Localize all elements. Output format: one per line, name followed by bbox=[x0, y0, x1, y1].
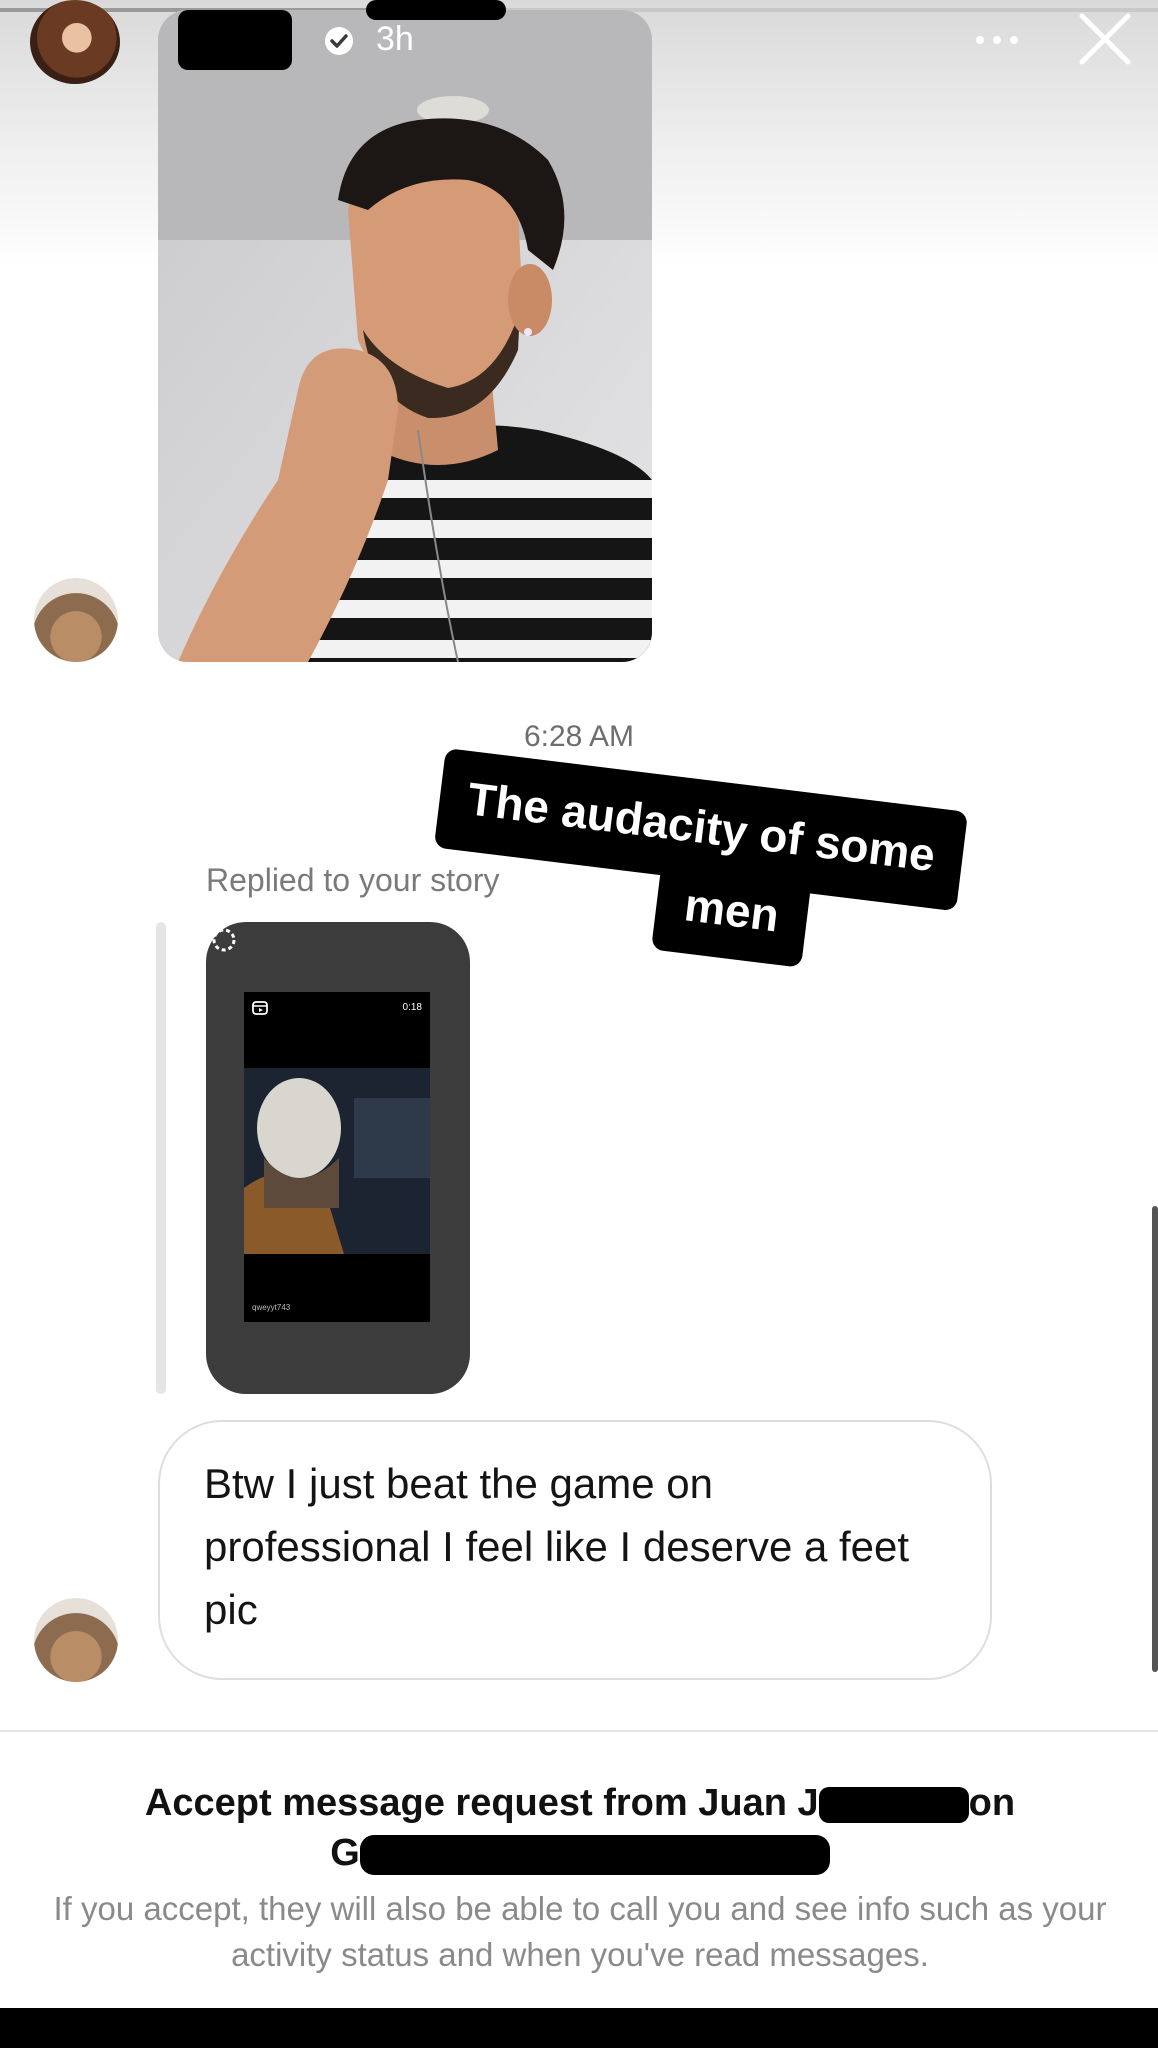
replied-to-story-label: Replied to your story bbox=[206, 862, 500, 898]
text-sticker-line-2: men bbox=[651, 860, 812, 968]
message-text: Btw I just beat the game on professional… bbox=[204, 1460, 910, 1633]
shared-photo-image bbox=[158, 10, 652, 662]
story-ring-icon bbox=[212, 928, 236, 952]
story-author-avatar[interactable] bbox=[30, 0, 120, 84]
sender-avatar[interactable] bbox=[34, 578, 118, 662]
message-bubble[interactable]: Btw I just beat the game on professional… bbox=[158, 1420, 992, 1680]
accept-title-line-2: G bbox=[330, 1832, 360, 1874]
bottom-bar bbox=[0, 2008, 1158, 2048]
accept-title-line-1-end: on bbox=[968, 1782, 1016, 1824]
reels-icon bbox=[252, 1001, 268, 1015]
story-reply-thumbnail[interactable]: 0:18 qweyyt743 bbox=[206, 922, 470, 1394]
story-preview-screen: 0:18 qweyyt743 bbox=[244, 992, 430, 1322]
reply-indicator-bar bbox=[156, 922, 166, 1394]
story-preview-image bbox=[244, 1068, 430, 1254]
shared-photo[interactable] bbox=[158, 10, 652, 662]
accept-request-description: If you accept, they will also be able to… bbox=[53, 1890, 1107, 1973]
redacted-username bbox=[178, 10, 292, 70]
verified-badge-icon bbox=[325, 27, 353, 55]
sender-avatar-bottom[interactable] bbox=[34, 1598, 118, 1682]
story-video-time: 0:18 bbox=[402, 1002, 422, 1013]
divider bbox=[0, 1730, 1158, 1732]
redacted-top-bar bbox=[366, 0, 506, 20]
accept-title-line-1: Accept message request from Juan J bbox=[144, 1782, 819, 1824]
close-icon[interactable] bbox=[1078, 12, 1132, 66]
story-time-ago: 3h bbox=[376, 20, 414, 58]
message-timestamp: 6:28 AM bbox=[523, 720, 635, 753]
story-username: qweyyt743 bbox=[252, 1303, 291, 1312]
accept-request-title: Accept message request from Juan J on G bbox=[60, 1778, 1100, 1878]
redacted-name bbox=[818, 1786, 969, 1823]
scrollbar[interactable] bbox=[1152, 1206, 1158, 1672]
redacted-handle bbox=[359, 1834, 830, 1875]
more-options-icon[interactable] bbox=[972, 30, 1022, 50]
